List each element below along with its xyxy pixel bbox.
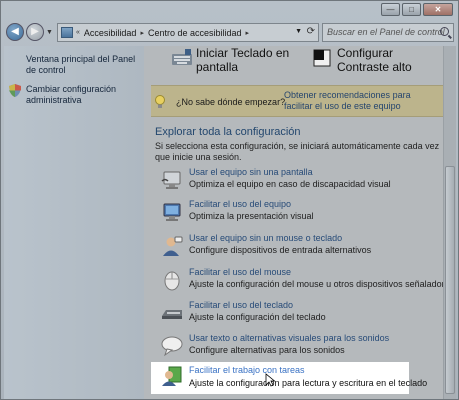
list-item-no-screen[interactable]: Usar el equipo sin una pantalla Optimiza… (151, 166, 443, 194)
close-button[interactable]: ✕ (423, 3, 453, 16)
item-description: Optimiza el equipo en caso de discapacid… (189, 179, 391, 189)
item-title[interactable]: Facilitar el uso del mouse (189, 267, 291, 277)
list-item-easier-to-see[interactable]: Facilitar el uso del equipo Optimiza la … (151, 198, 443, 226)
sidebar-link-admin-settings[interactable]: Cambiar configuración administrativa (26, 84, 138, 106)
item-title[interactable]: Facilitar el uso del equipo (189, 199, 291, 209)
refresh-icon[interactable]: ⟳ (307, 26, 315, 37)
item-description: Configure alternativas para los sonidos (189, 345, 345, 355)
scrollbar-thumb[interactable] (445, 166, 455, 394)
title-bar: — □ ✕ (1, 1, 458, 21)
high-contrast-icon (313, 49, 331, 67)
tile-high-contrast[interactable]: Configurar Contraste alto (337, 46, 437, 74)
minimize-button[interactable]: — (381, 3, 400, 16)
keyboard-icon (172, 49, 192, 65)
shield-icon (9, 84, 21, 97)
sidebar: Ventana principal del Panel de control C… (4, 46, 144, 399)
keyboard-icon (162, 310, 182, 319)
control-panel-window: — □ ✕ ◀ ▶ ▼ « Accesibilidad ▸ Centro de … (0, 0, 459, 400)
section-title: Explorar toda la configuración (155, 126, 301, 138)
item-description: Ajuste la configuración del mouse u otro… (189, 279, 455, 289)
breadcrumb-accesibilidad[interactable]: Accesibilidad (84, 28, 137, 38)
address-dropdown-icon[interactable]: ▼ (295, 28, 302, 35)
recommendation-banner: ¿No sabe dónde empezar? Obtener recomend… (151, 85, 443, 117)
maximize-button[interactable]: □ (402, 3, 421, 16)
navigation-bar: ◀ ▶ ▼ « Accesibilidad ▸ Centro de accesi… (4, 20, 455, 44)
list-item-keyboard[interactable]: Facilitar el uso del teclado Ajuste la c… (151, 299, 443, 327)
breadcrumb-centro-accesibilidad[interactable]: Centro de accesibilidad (148, 28, 242, 38)
breadcrumb-chevron-icon[interactable]: ▸ (140, 29, 144, 37)
control-panel-icon (61, 27, 73, 38)
item-title[interactable]: Facilitar el uso del teclado (189, 300, 293, 310)
leading-chevron-icon[interactable]: « (76, 29, 80, 36)
back-button[interactable]: ◀ (6, 23, 24, 41)
breadcrumb-chevron-icon[interactable]: ▸ (246, 29, 250, 37)
list-item-tasks[interactable]: Facilitar el trabajo con tareas Ajuste l… (151, 362, 427, 394)
monitor-icon (161, 171, 181, 189)
vertical-scrollbar[interactable] (443, 46, 456, 399)
item-description: Optimiza la presentación visual (189, 211, 314, 221)
search-input[interactable]: Buscar en el Panel de control (322, 23, 454, 42)
forward-button[interactable]: ▶ (26, 23, 44, 41)
user-speech-icon (163, 236, 183, 256)
item-description: Configure dispositivos de entrada altern… (189, 245, 372, 255)
lightbulb-icon (155, 95, 165, 108)
address-bar[interactable]: « Accesibilidad ▸ Centro de accesibilida… (57, 23, 319, 42)
mouse-pointer-icon (265, 373, 275, 387)
search-icon[interactable] (440, 27, 449, 36)
section-description: Si selecciona esta configuración, se ini… (155, 141, 440, 162)
item-description: Ajuste la configuración para lectura y e… (189, 378, 428, 388)
list-item-no-mouse-keyboard[interactable]: Usar el equipo sin un mouse o teclado Co… (151, 232, 443, 260)
display-icon (163, 203, 181, 221)
item-description: Ajuste la configuración del teclado (189, 312, 326, 322)
item-title[interactable]: Usar el equipo sin una pantalla (189, 167, 313, 177)
tile-on-screen-keyboard[interactable]: Iniciar Teclado en pantalla (196, 46, 296, 74)
item-title[interactable]: Usar el equipo sin un mouse o teclado (189, 233, 342, 243)
speech-bubble-icon (161, 336, 183, 357)
user-tasks-icon (162, 366, 182, 386)
window-controls: — □ ✕ (379, 3, 453, 16)
search-placeholder: Buscar en el Panel de control (327, 27, 445, 37)
sidebar-link-control-panel-home[interactable]: Ventana principal del Panel de control (26, 54, 138, 76)
list-item-mouse[interactable]: Facilitar el uso del mouse Ajuste la con… (151, 266, 454, 294)
item-title[interactable]: Usar texto o alternativas visuales para … (189, 333, 389, 343)
list-item-sound-alternatives[interactable]: Usar texto o alternativas visuales para … (151, 332, 443, 360)
recent-pages-dropdown[interactable]: ▼ (46, 29, 53, 36)
mouse-icon (164, 271, 180, 291)
item-title[interactable]: Facilitar el trabajo con tareas (189, 365, 305, 375)
tip-question: ¿No sabe dónde empezar? (176, 97, 286, 107)
recommendations-link[interactable]: Obtener recomendaciones para facilitar e… (284, 90, 439, 112)
